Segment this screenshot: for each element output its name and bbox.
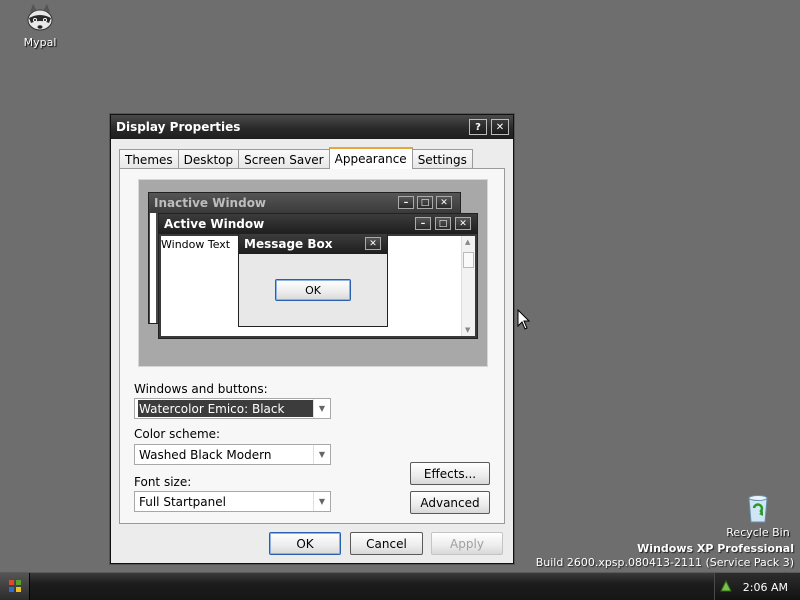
chevron-down-icon: ▼ (313, 492, 330, 511)
close-icon: ✕ (436, 196, 452, 209)
effects-button[interactable]: Effects... (410, 462, 490, 485)
raccoon-icon (24, 2, 56, 34)
tab-themes[interactable]: Themes (119, 149, 179, 169)
tab-screen-saver[interactable]: Screen Saver (238, 149, 330, 169)
preview-inactive-titlebar: Inactive Window – □ ✕ (149, 193, 460, 213)
color-scheme-select[interactable]: Washed Black Modern ▼ (134, 444, 331, 465)
minimize-icon: – (415, 217, 431, 230)
windows-buttons-select[interactable]: Watercolor Emico: Black ▼ (134, 398, 331, 419)
preview-inactive-body (150, 213, 156, 323)
tab-appearance[interactable]: Appearance (328, 147, 413, 169)
color-scheme-label: Color scheme: (134, 427, 221, 441)
scroll-down-icon: ▼ (465, 326, 471, 334)
network-icon[interactable] (719, 579, 733, 596)
cancel-button[interactable]: Cancel (350, 532, 423, 555)
font-size-select[interactable]: Full Startpanel ▼ (134, 491, 331, 512)
start-menu-icon (8, 579, 22, 596)
chevron-down-icon: ▼ (313, 445, 330, 464)
font-size-label: Font size: (134, 475, 192, 489)
maximize-icon: □ (417, 196, 433, 209)
close-icon: ✕ (455, 217, 471, 230)
desktop-icon-label: Mypal (23, 36, 57, 49)
os-build: Build 2600.xpsp.080413-2111 (Service Pac… (535, 556, 794, 569)
windows-buttons-label: Windows and buttons: (134, 382, 268, 396)
ok-button[interactable]: OK (269, 532, 341, 555)
close-icon: ✕ (495, 121, 505, 133)
preview-scrollbar: ▲ ▼ (461, 236, 475, 336)
preview-message-titlebar: Message Box ✕ (239, 234, 387, 254)
display-properties-dialog: Display Properties ? ✕ Themes Desktop Sc… (110, 114, 514, 564)
mouse-cursor-icon (517, 308, 531, 334)
maximize-icon: □ (435, 217, 451, 230)
windows-buttons-value: Watercolor Emico: Black (138, 400, 313, 417)
minimize-icon: – (398, 196, 414, 209)
system-tray: 2:06 AM (714, 573, 800, 600)
close-icon: ✕ (365, 237, 381, 250)
recycle-bin-icon (742, 492, 774, 524)
color-scheme-value: Washed Black Modern (139, 447, 272, 462)
tab-desktop[interactable]: Desktop (177, 149, 240, 169)
dialog-titlebar[interactable]: Display Properties ? ✕ (111, 115, 513, 139)
desktop-icon-mypal[interactable]: Mypal (8, 2, 72, 49)
taskbar: 2:06 AM (0, 572, 800, 600)
preview-message-box: Message Box ✕ OK (238, 233, 388, 327)
clock[interactable]: 2:06 AM (743, 581, 788, 594)
scroll-thumb (463, 252, 474, 268)
preview-active-titlebar: Active Window – □ ✕ (159, 214, 477, 234)
appearance-preview: Inactive Window – □ ✕ Active Window – □ … (138, 179, 488, 367)
desktop-icon-recycle-bin[interactable]: Recycle Bin (726, 492, 790, 539)
preview-active-title: Active Window (164, 217, 265, 231)
chevron-down-icon: ▼ (313, 399, 330, 418)
scroll-up-icon: ▲ (465, 238, 471, 246)
appearance-panel: Inactive Window – □ ✕ Active Window – □ … (119, 168, 505, 524)
tab-settings[interactable]: Settings (411, 149, 473, 169)
tab-strip: Themes Desktop Screen Saver Appearance S… (119, 147, 473, 169)
start-button[interactable] (0, 573, 30, 600)
apply-button[interactable]: Apply (431, 532, 503, 555)
preview-ok-button: OK (275, 279, 351, 301)
preview-inactive-title: Inactive Window (154, 196, 267, 210)
help-button[interactable]: ? (469, 119, 487, 135)
dialog-title: Display Properties (116, 120, 241, 134)
font-size-value: Full Startpanel (139, 494, 226, 509)
close-button[interactable]: ✕ (491, 119, 509, 135)
desktop-icon-label: Recycle Bin (726, 526, 790, 539)
preview-window-text: Window Text (161, 238, 231, 251)
advanced-button[interactable]: Advanced (410, 491, 490, 514)
preview-message-title: Message Box (244, 237, 333, 251)
os-edition: Windows XP Professional (637, 542, 794, 555)
os-watermark: Windows XP Professional Build 2600.xpsp.… (536, 542, 794, 570)
